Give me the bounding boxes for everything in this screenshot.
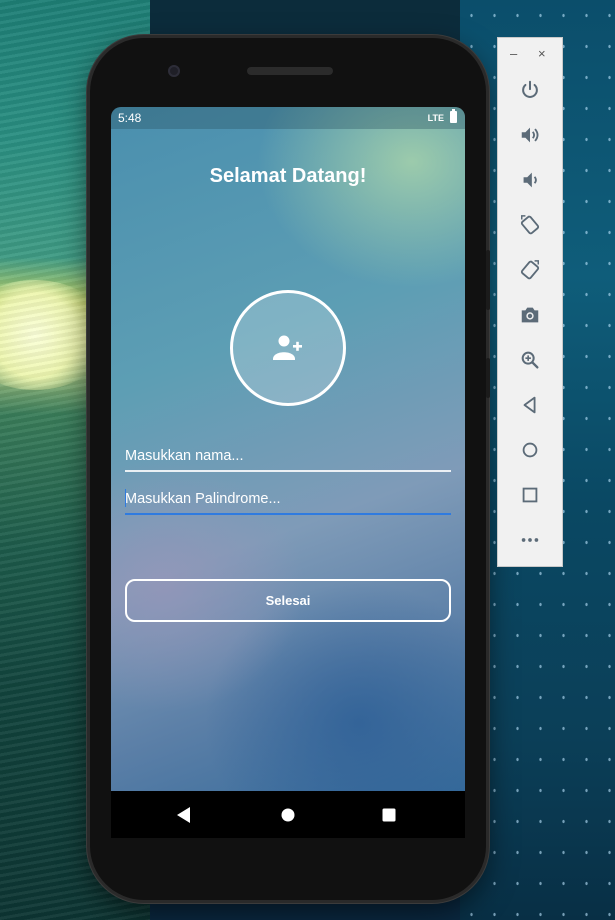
palindrome-field[interactable] (125, 485, 451, 515)
zoom-icon (521, 351, 539, 369)
rotate-right-icon (520, 260, 540, 280)
network-indicator: LTE (427, 113, 444, 123)
power-button[interactable] (515, 75, 545, 105)
back-icon (177, 807, 190, 823)
earpiece-speaker (247, 67, 333, 75)
android-nav-bar (111, 791, 465, 838)
phone-screen: 5:48 LTE Selamat Datang! Selesai (111, 107, 465, 838)
text-cursor (125, 489, 126, 507)
page-title: Selamat Datang! (209, 165, 367, 187)
phone-volume-button (486, 250, 490, 310)
emulator-window-controls: – × (498, 38, 562, 68)
app-screen: 5:48 LTE Selamat Datang! Selesai (111, 107, 465, 791)
power-icon (522, 80, 538, 98)
front-camera (168, 65, 180, 77)
battery-icon (450, 109, 457, 123)
home-icon (522, 442, 538, 458)
zoom-button[interactable] (515, 345, 545, 375)
rotate-left-icon (520, 215, 540, 235)
add-photo-button[interactable] (230, 290, 346, 406)
more-options-button[interactable] (515, 525, 545, 555)
minimize-button[interactable]: – (510, 46, 517, 61)
emulator-back-button[interactable] (515, 390, 545, 420)
volume-down-icon (523, 172, 537, 188)
status-time: 5:48 (118, 111, 142, 125)
back-icon (523, 396, 536, 414)
rotate-right-button[interactable] (515, 255, 545, 285)
name-field[interactable] (125, 442, 451, 472)
home-icon (281, 808, 295, 822)
add-user-icon (273, 335, 302, 360)
rotate-left-button[interactable] (515, 210, 545, 240)
camera-icon (521, 307, 539, 323)
palindrome-input[interactable] (125, 485, 451, 513)
close-button[interactable]: × (538, 46, 546, 61)
name-input[interactable] (125, 442, 451, 470)
volume-down-button[interactable] (515, 165, 545, 195)
recents-icon (382, 808, 396, 822)
nav-home-button[interactable] (276, 803, 300, 827)
volume-up-button[interactable] (515, 120, 545, 150)
emulator-overview-button[interactable] (515, 480, 545, 510)
nav-recents-button[interactable] (377, 803, 401, 827)
emulator-home-button[interactable] (515, 435, 545, 465)
overview-icon (522, 487, 538, 503)
volume-up-icon (521, 127, 539, 143)
nav-back-button[interactable] (172, 803, 196, 827)
status-bar: 5:48 LTE (111, 107, 465, 129)
submit-button[interactable]: Selesai (125, 579, 451, 622)
phone-power-button (486, 358, 490, 398)
emulator-toolbar: – × (497, 37, 563, 567)
screenshot-button[interactable] (515, 300, 545, 330)
more-icon (521, 538, 539, 542)
